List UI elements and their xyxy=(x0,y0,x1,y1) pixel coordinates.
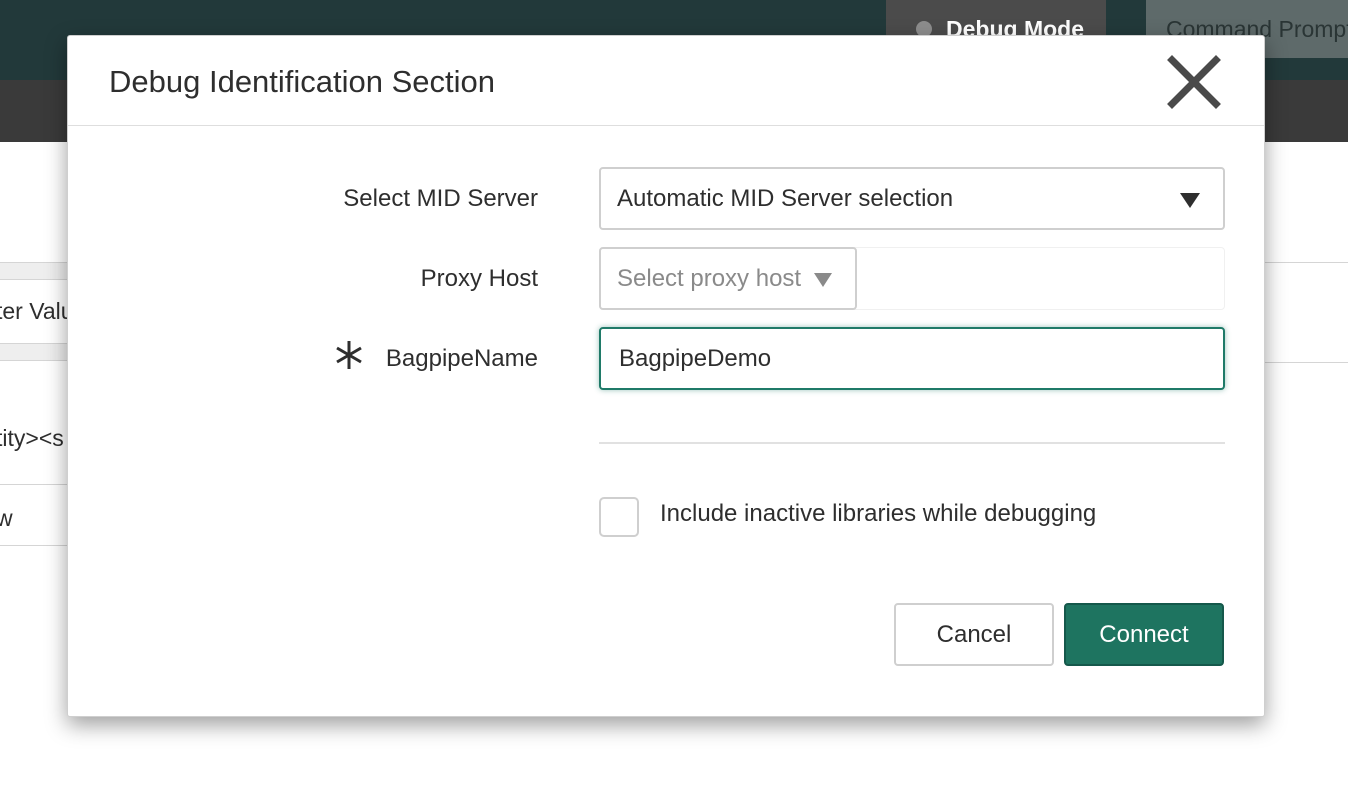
cancel-button[interactable]: Cancel xyxy=(894,603,1054,666)
proxy-host-select[interactable]: Select proxy host xyxy=(599,247,857,310)
include-inactive-libraries-checkbox[interactable] xyxy=(599,497,639,537)
proxy-host-label: Proxy Host xyxy=(420,265,538,292)
bagpipe-name-input[interactable] xyxy=(599,327,1225,390)
required-asterisk-icon xyxy=(336,341,362,369)
dialog-title: Debug Identification Section xyxy=(109,64,496,99)
divider xyxy=(599,442,1225,444)
bagpipe-name-label: BagpipeName xyxy=(385,345,538,372)
close-icon xyxy=(1167,55,1221,109)
proxy-host-placeholder: Select proxy host xyxy=(617,264,802,292)
mid-server-label: Select MID Server xyxy=(343,185,538,212)
connect-button[interactable]: Connect xyxy=(1064,603,1224,666)
table-line xyxy=(1264,362,1348,363)
mid-server-value: Automatic MID Server selection xyxy=(617,184,954,212)
table-line xyxy=(1264,262,1348,263)
close-button[interactable] xyxy=(1164,52,1224,112)
mid-server-select[interactable]: Automatic MID Server selection xyxy=(599,167,1225,230)
chevron-down-icon xyxy=(814,273,832,287)
include-inactive-libraries-label[interactable]: Include inactive libraries while debuggi… xyxy=(660,500,1096,528)
dialog-header: Debug Identification Section xyxy=(68,36,1264,126)
chevron-down-icon xyxy=(1180,193,1200,208)
debug-identification-dialog: Debug Identification Section Select MID … xyxy=(67,35,1265,717)
